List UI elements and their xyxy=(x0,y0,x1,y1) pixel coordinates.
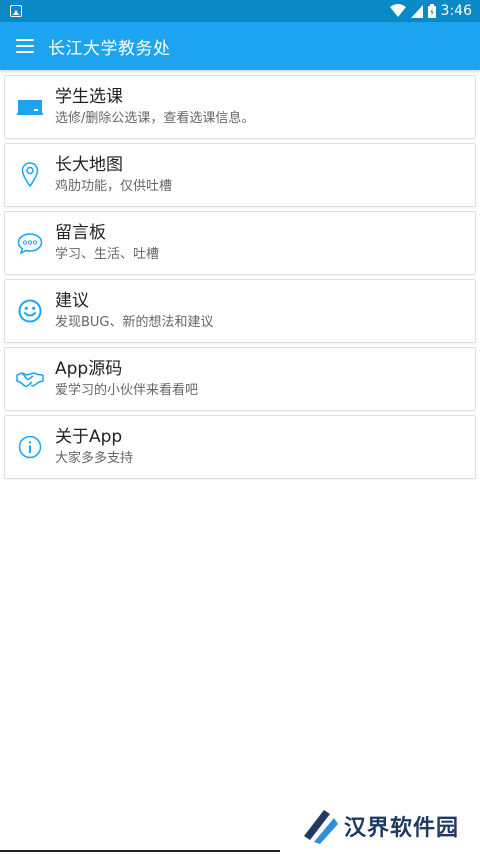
menu-item-app-source[interactable]: App源码 爱学习的小伙伴来看看吧 xyxy=(4,347,476,411)
chat-bubble-icon xyxy=(5,212,55,274)
menu-item-suggestions[interactable]: 建议 发现BUG、新的想法和建议 xyxy=(4,279,476,343)
menu-item-title: 关于App xyxy=(55,427,123,447)
location-pin-icon xyxy=(5,144,55,206)
app-title: 长江大学教务处 xyxy=(48,38,171,59)
menu-item-subtitle: 大家多多支持 xyxy=(55,451,134,466)
menu-item-course-selection[interactable]: 学生选课 选修/删除公选课，查看选课信息。 xyxy=(4,75,476,139)
menu-item-title: 建议 xyxy=(55,291,89,311)
wifi-icon xyxy=(389,4,406,17)
app-bar: 长江大学教务处 xyxy=(0,22,480,70)
menu-item-subtitle: 爱学习的小伙伴来看看吧 xyxy=(55,383,199,398)
menu-item-title: 长大地图 xyxy=(55,155,123,175)
bottom-divider xyxy=(0,850,280,852)
menu-item-subtitle: 选修/删除公选课，查看选课信息。 xyxy=(55,111,255,126)
menu-item-subtitle: 鸡肋功能，仅供吐槽 xyxy=(55,179,173,194)
battery-icon xyxy=(427,4,436,18)
menu-item-campus-map[interactable]: 长大地图 鸡肋功能，仅供吐槽 xyxy=(4,143,476,207)
smiley-icon xyxy=(5,280,55,342)
watermark: 汉界软件园 xyxy=(300,806,459,846)
menu-list: 学生选课 选修/删除公选课，查看选课信息。 长大地图 鸡肋功能，仅供吐槽 留言板… xyxy=(4,75,476,483)
menu-item-title: 学生选课 xyxy=(55,87,123,107)
board-icon xyxy=(5,76,55,138)
status-left xyxy=(10,5,22,17)
handshake-icon xyxy=(5,348,55,410)
notification-icon xyxy=(10,5,22,17)
menu-item-subtitle: 学习、生活、吐槽 xyxy=(55,247,160,262)
status-bar: 3:46 xyxy=(0,0,480,22)
watermark-logo-icon xyxy=(304,810,338,844)
hamburger-menu-icon[interactable] xyxy=(16,39,34,53)
menu-item-about-app[interactable]: 关于App 大家多多支持 xyxy=(4,415,476,479)
watermark-text: 汉界软件园 xyxy=(344,816,460,841)
signal-icon xyxy=(410,4,423,18)
menu-item-subtitle: 发现BUG、新的想法和建议 xyxy=(55,315,214,330)
info-icon xyxy=(5,416,55,478)
menu-item-message-board[interactable]: 留言板 学习、生活、吐槽 xyxy=(4,211,476,275)
menu-item-title: App源码 xyxy=(55,359,123,379)
menu-item-title: 留言板 xyxy=(55,223,106,243)
status-right: 3:46 xyxy=(389,3,472,19)
status-time: 3:46 xyxy=(440,3,472,19)
